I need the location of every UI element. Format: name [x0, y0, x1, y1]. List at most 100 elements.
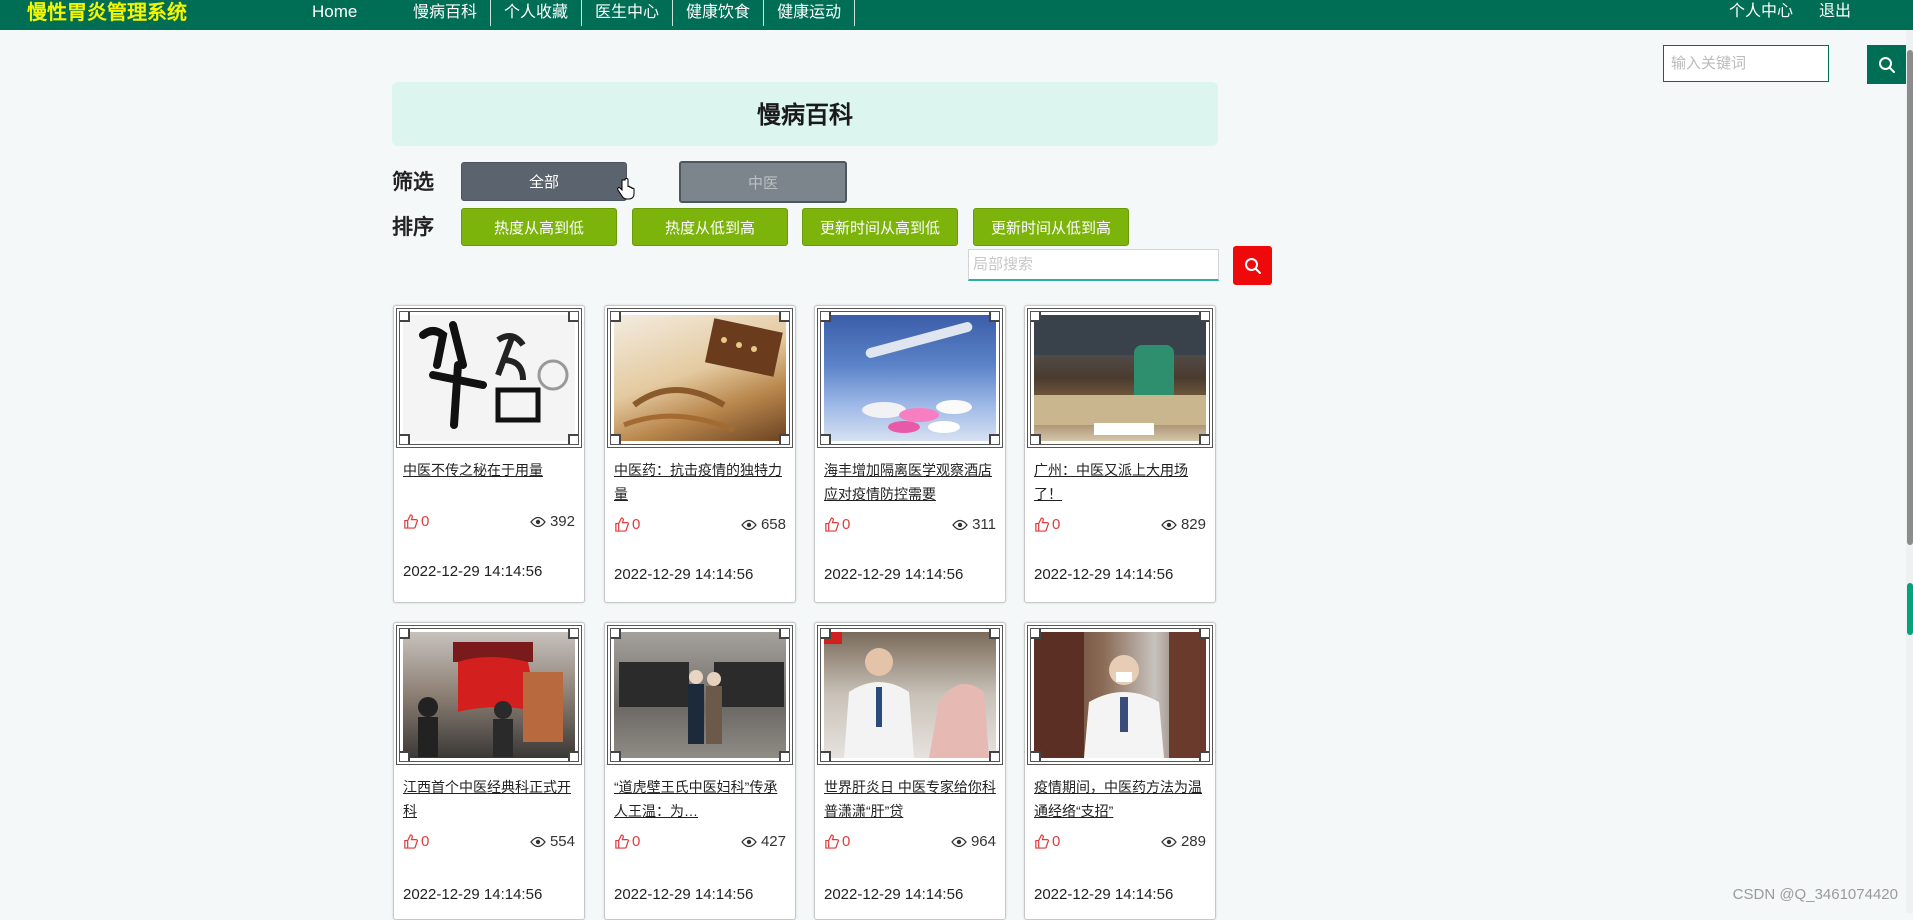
like-count: 0: [842, 833, 851, 850]
view-count-group: 311: [952, 516, 996, 533]
filter-all-button[interactable]: 全部: [461, 162, 627, 201]
thumbs-up-icon: [615, 834, 629, 849]
view-count: 289: [1180, 833, 1206, 850]
article-thumbnail[interactable]: [607, 625, 793, 765]
article-thumbnail[interactable]: [817, 625, 1003, 765]
nav-item-doctor-center[interactable]: 医生中心: [582, 0, 674, 26]
thumbs-up-icon: [1035, 834, 1049, 849]
thumbs-up-icon: [404, 514, 418, 529]
eye-icon: [741, 519, 757, 530]
article-card[interactable]: 世界肝炎日 中医专家给你科普潇潇“肝”贷 0 964 2022-12-29 14…: [814, 622, 1006, 920]
like-button[interactable]: 0: [824, 516, 850, 533]
nav-item-encyclopedia[interactable]: 慢病百科: [400, 0, 492, 26]
article-title[interactable]: 中医不传之秘在于用量: [403, 458, 575, 504]
thumbs-up-icon: [615, 517, 629, 532]
like-button[interactable]: 0: [403, 513, 429, 530]
sort-hot-asc-button[interactable]: 热度从低到高: [632, 208, 788, 246]
article-thumbnail[interactable]: [817, 308, 1003, 448]
top-navbar: 慢性胃炎管理系统 Home 慢病百科 个人收藏 医生中心 健康饮食 健康运动 个…: [0, 0, 1913, 30]
article-thumbnail[interactable]: [607, 308, 793, 448]
search-icon: [1244, 257, 1261, 274]
nav-home-link[interactable]: Home: [312, 0, 357, 24]
view-count-group: 964: [951, 833, 996, 850]
article-thumbnail[interactable]: [1027, 625, 1213, 765]
like-count: 0: [842, 516, 851, 533]
article-title[interactable]: 广州：中医又派上大用场了！: [1034, 458, 1206, 504]
like-button[interactable]: 0: [1034, 833, 1060, 850]
view-count: 427: [760, 833, 786, 850]
article-title[interactable]: 海丰增加隔离医学观察酒店 应对疫情防控需要: [824, 458, 996, 504]
nav-item-healthy-diet[interactable]: 健康饮食: [673, 0, 765, 26]
sort-time-desc-button[interactable]: 更新时间从高到低: [802, 208, 958, 246]
view-count-group: 427: [741, 833, 786, 850]
page-title: 慢病百科: [392, 82, 1218, 146]
scrollbar-marker: [1907, 583, 1913, 635]
search-icon: [1878, 56, 1895, 73]
article-card[interactable]: 江西首个中医经典科正式开科 0 554 2022-12-29 14:14:56: [393, 622, 585, 920]
eye-icon: [741, 836, 757, 847]
like-button[interactable]: 0: [614, 516, 640, 533]
thumbs-up-icon: [825, 834, 839, 849]
article-title[interactable]: 中医药：抗击疫情的独特力量: [614, 458, 786, 504]
article-title[interactable]: 江西首个中医经典科正式开科: [403, 775, 575, 821]
article-card[interactable]: “道虎壁王氏中医妇科”传承人王温：为… 0 427 2022-12-29 14:…: [604, 622, 796, 920]
like-button[interactable]: 0: [824, 833, 850, 850]
like-count: 0: [421, 833, 430, 850]
article-card[interactable]: 疫情期间，中医药方法为温通经络“支招” 0 289 2022-12-29 14:…: [1024, 622, 1216, 920]
view-count: 554: [549, 833, 575, 850]
local-search-button[interactable]: [1233, 246, 1272, 285]
filter-label: 筛选: [392, 171, 434, 194]
thumbs-up-icon: [1035, 517, 1049, 532]
article-date: 2022-12-29 14:14:56: [614, 886, 754, 903]
article-title[interactable]: 世界肝炎日 中医专家给你科普潇潇“肝”贷: [824, 775, 996, 821]
view-count-group: 392: [530, 513, 575, 530]
article-thumbnail[interactable]: [396, 625, 582, 765]
like-button[interactable]: 0: [1034, 516, 1060, 533]
sort-hot-desc-button[interactable]: 热度从高到低: [461, 208, 617, 246]
eye-icon: [1161, 519, 1177, 530]
like-count: 0: [632, 833, 641, 850]
article-title[interactable]: 疫情期间，中医药方法为温通经络“支招”: [1034, 775, 1206, 821]
brand-title[interactable]: 慢性胃炎管理系统: [27, 0, 187, 30]
like-count: 0: [1052, 833, 1061, 850]
view-count-group: 289: [1161, 833, 1206, 850]
article-date: 2022-12-29 14:14:56: [403, 886, 543, 903]
nav-personal-center[interactable]: 个人中心: [1729, 0, 1793, 23]
eye-icon: [530, 516, 546, 527]
article-thumbnail[interactable]: [1027, 308, 1213, 448]
scrollbar-thumb[interactable]: [1907, 50, 1913, 545]
like-count: 0: [1052, 516, 1061, 533]
filter-tcm-button[interactable]: 中医: [679, 161, 847, 203]
article-date: 2022-12-29 14:14:56: [614, 566, 754, 583]
article-date: 2022-12-29 14:14:56: [403, 563, 543, 580]
nav-item-favorites[interactable]: 个人收藏: [491, 0, 583, 26]
eye-icon: [951, 836, 967, 847]
article-card[interactable]: 广州：中医又派上大用场了！ 0 829 2022-12-29 14:14:56: [1024, 305, 1216, 603]
nav-logout[interactable]: 退出: [1819, 0, 1851, 23]
sort-label: 排序: [392, 216, 434, 239]
local-search-input[interactable]: [968, 249, 1219, 281]
sort-time-asc-button[interactable]: 更新时间从低到高: [973, 208, 1129, 246]
global-search-input[interactable]: [1663, 45, 1829, 82]
view-count-group: 658: [741, 516, 786, 533]
like-button[interactable]: 0: [403, 833, 429, 850]
nav-item-healthy-exercise[interactable]: 健康运动: [764, 0, 856, 26]
view-count: 829: [1180, 516, 1206, 533]
article-card[interactable]: 海丰增加隔离医学观察酒店 应对疫情防控需要 0 311 2022-12-29 1…: [814, 305, 1006, 603]
nav-menu: 慢病百科 个人收藏 医生中心 健康饮食 健康运动: [400, 0, 856, 28]
thumbs-up-icon: [825, 517, 839, 532]
thumbs-up-icon: [404, 834, 418, 849]
article-date: 2022-12-29 14:14:56: [824, 886, 964, 903]
global-search-button[interactable]: [1867, 45, 1906, 84]
like-count: 0: [632, 516, 641, 533]
watermark-text: CSDN @Q_3461074420: [1732, 886, 1898, 903]
like-count: 0: [421, 513, 430, 530]
article-card[interactable]: 中医不传之秘在于用量 0 392 2022-12-29 14:14:56: [393, 305, 585, 603]
article-title[interactable]: “道虎壁王氏中医妇科”传承人王温：为…: [614, 775, 786, 821]
article-thumbnail[interactable]: [396, 308, 582, 448]
nav-user-menu: 个人中心 退出: [1729, 0, 1851, 23]
view-count-group: 829: [1161, 516, 1206, 533]
article-date: 2022-12-29 14:14:56: [1034, 566, 1174, 583]
article-card[interactable]: 中医药：抗击疫情的独特力量 0 658 2022-12-29 14:14:56: [604, 305, 796, 603]
like-button[interactable]: 0: [614, 833, 640, 850]
